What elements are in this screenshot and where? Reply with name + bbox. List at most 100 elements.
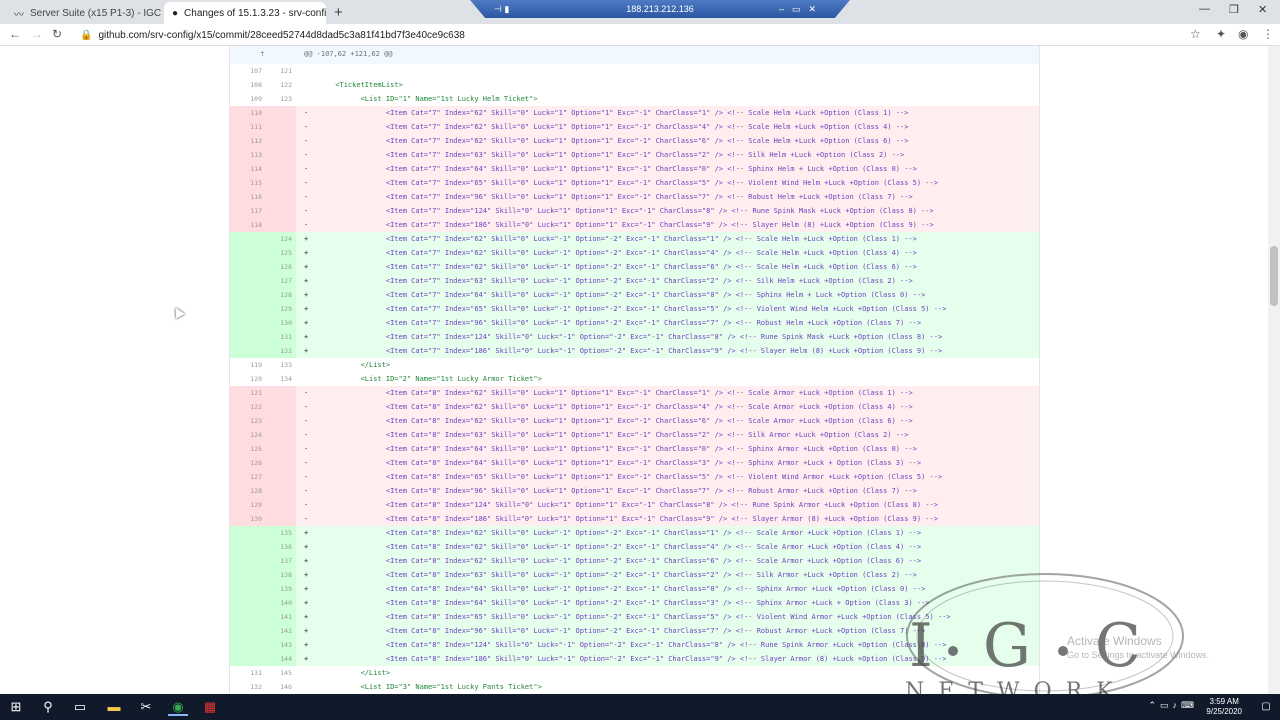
old-line-number[interactable]: 119: [234, 361, 262, 369]
old-line-number[interactable]: 128: [234, 487, 262, 495]
new-line-number[interactable]: 138: [264, 571, 292, 579]
notification-icon[interactable]: ▢: [1256, 698, 1276, 716]
old-line-number[interactable]: 126: [234, 459, 262, 467]
diff-added-line: 127 + <Item Cat="7" Index="63" Skill="0" …: [230, 274, 1039, 288]
old-line-number[interactable]: 124: [234, 431, 262, 439]
old-line-number[interactable]: 114: [234, 165, 262, 173]
new-line-number[interactable]: 134: [264, 375, 292, 383]
hunk-header: ⇡ @@ -107,62 +121,62 @@: [230, 46, 1039, 64]
new-line-number[interactable]: 133: [264, 361, 292, 369]
new-line-number[interactable]: 142: [264, 627, 292, 635]
diff-added-line: 135 + <Item Cat="8" Index="62" Skill="0" …: [230, 526, 1039, 540]
new-line-number[interactable]: 146: [264, 683, 292, 691]
taskbar-clock[interactable]: 3:59 AM 9/25/2020: [1206, 697, 1242, 717]
old-line-number[interactable]: 108: [234, 81, 262, 89]
old-line-number[interactable]: 115: [234, 179, 262, 187]
close-window-button[interactable]: ✕: [1258, 3, 1267, 16]
old-line-number[interactable]: 127: [234, 473, 262, 481]
old-line-number[interactable]: 113: [234, 151, 262, 159]
diff-removed-line: 115- <Item Cat="7" Index="65" Skill="0" …: [230, 176, 1039, 190]
old-line-number[interactable]: 118: [234, 221, 262, 229]
new-line-number[interactable]: 123: [264, 95, 292, 103]
new-line-number[interactable]: 122: [264, 81, 292, 89]
activate-windows-notice: Activate Windows Go to Settings to activ…: [1067, 634, 1209, 660]
new-line-number[interactable]: 135: [264, 529, 292, 537]
remote-window-controls[interactable]: –▭✕: [779, 4, 824, 15]
old-line-number[interactable]: 110: [234, 109, 262, 117]
server-app-icon[interactable]: ▦: [200, 698, 220, 716]
pin-icon[interactable]: ⊣ ▮: [494, 4, 509, 15]
start-icon[interactable]: ⊞: [6, 698, 26, 716]
old-line-number[interactable]: 107: [234, 67, 262, 75]
new-line-number[interactable]: 121: [264, 67, 292, 75]
diff-added-line: 137 + <Item Cat="8" Index="62" Skill="0" …: [230, 554, 1039, 568]
code-text: <Item Cat="8" Index="62" Skill="0" Luck=…: [310, 529, 922, 537]
reload-icon[interactable]: ↻: [52, 27, 62, 41]
old-line-number[interactable]: 120: [234, 375, 262, 383]
task-view-icon[interactable]: ▭: [70, 698, 90, 716]
old-line-number[interactable]: 112: [234, 137, 262, 145]
diff-removed-line: 130- <Item Cat="8" Index="186" Skill="0"…: [230, 512, 1039, 526]
old-line-number[interactable]: 121: [234, 389, 262, 397]
old-line-number[interactable]: 129: [234, 501, 262, 509]
app-tool-icon[interactable]: ✂: [136, 698, 156, 716]
system-tray-icons[interactable]: ⌃▭♪⌨: [1148, 700, 1198, 711]
new-line-number[interactable]: 145: [264, 669, 292, 677]
code-text: <Item Cat="7" Index="63" Skill="0" Luck=…: [310, 151, 905, 159]
code-text: <Item Cat="8" Index="186" Skill="0" Luck…: [310, 515, 938, 523]
old-line-number[interactable]: 131: [234, 669, 262, 677]
url-field[interactable]: 🔒 github.com/srv-config/x15/commit/28cee…: [80, 27, 465, 43]
new-line-number[interactable]: 130: [264, 319, 292, 327]
new-line-number[interactable]: 139: [264, 585, 292, 593]
restore-button[interactable]: ❐: [1229, 3, 1239, 16]
chrome-icon[interactable]: ◉: [168, 698, 188, 716]
search-icon[interactable]: ⚲: [38, 698, 58, 716]
new-line-number[interactable]: 136: [264, 543, 292, 551]
profile-avatar-icon[interactable]: ◉: [1238, 27, 1248, 41]
tab-changes[interactable]: ● Changes of 15.1.3.23 - srv-config... ✕: [164, 2, 326, 24]
diff-removed-line: 114- <Item Cat="7" Index="64" Skill="0" …: [230, 162, 1039, 176]
expand-up-icon[interactable]: ⇡: [260, 49, 265, 58]
tab-server-suite[interactable]: 〰 Server Suite (x15 P1-3) - IGC For... ✕: [6, 2, 162, 24]
hunk-range: @@ -107,62 +121,62 @@: [304, 50, 393, 58]
old-line-number[interactable]: 122: [234, 403, 262, 411]
bookmark-star-icon[interactable]: ☆: [1190, 27, 1201, 41]
new-line-number[interactable]: 140: [264, 599, 292, 607]
file-explorer-icon[interactable]: ▬: [104, 698, 124, 716]
old-line-number[interactable]: 111: [234, 123, 262, 131]
browser-tab-strip: 〰 Server Suite (x15 P1-3) - IGC For... ✕…: [0, 0, 1280, 24]
old-line-number[interactable]: 125: [234, 445, 262, 453]
new-line-number[interactable]: 125: [264, 249, 292, 257]
old-line-number[interactable]: 132: [234, 683, 262, 691]
old-line-number[interactable]: 117: [234, 207, 262, 215]
new-line-number[interactable]: 126: [264, 263, 292, 271]
new-tab-button[interactable]: +: [334, 4, 343, 21]
forward-arrow-icon[interactable]: →: [31, 27, 43, 41]
back-arrow-icon[interactable]: ←: [9, 27, 21, 41]
new-line-number[interactable]: 141: [264, 613, 292, 621]
old-line-number[interactable]: 116: [234, 193, 262, 201]
diff-removed-line: 118- <Item Cat="7" Index="186" Skill="0"…: [230, 218, 1039, 232]
new-line-number[interactable]: 144: [264, 655, 292, 663]
minimize-button[interactable]: —: [1199, 3, 1210, 15]
old-line-number[interactable]: 109: [234, 95, 262, 103]
new-line-number[interactable]: 124: [264, 235, 292, 243]
new-line-number[interactable]: 127: [264, 277, 292, 285]
diff-added-line: 132 + <Item Cat="7" Index="186" Skill="0"…: [230, 344, 1039, 358]
scrollbar[interactable]: [1268, 46, 1280, 694]
new-line-number[interactable]: 129: [264, 305, 292, 313]
diff-removed-line: 117- <Item Cat="7" Index="124" Skill="0"…: [230, 204, 1039, 218]
new-line-number[interactable]: 128: [264, 291, 292, 299]
forum-favicon-icon: 〰: [14, 9, 24, 21]
new-line-number[interactable]: 143: [264, 641, 292, 649]
scrollbar-thumb[interactable]: [1270, 246, 1278, 306]
old-line-number[interactable]: 130: [234, 515, 262, 523]
new-line-number[interactable]: 137: [264, 557, 292, 565]
new-line-number[interactable]: 132: [264, 347, 292, 355]
new-line-number[interactable]: 131: [264, 333, 292, 341]
extensions-icon[interactable]: ✦: [1216, 27, 1226, 41]
menu-kebab-icon[interactable]: ⋮: [1262, 27, 1274, 41]
old-line-number[interactable]: 123: [234, 417, 262, 425]
code-text: <Item Cat="7" Index="96" Skill="0" Luck=…: [310, 193, 913, 201]
remote-desktop-bar: ⊣ ▮ 188.213.212.136 –▭✕: [470, 0, 850, 18]
